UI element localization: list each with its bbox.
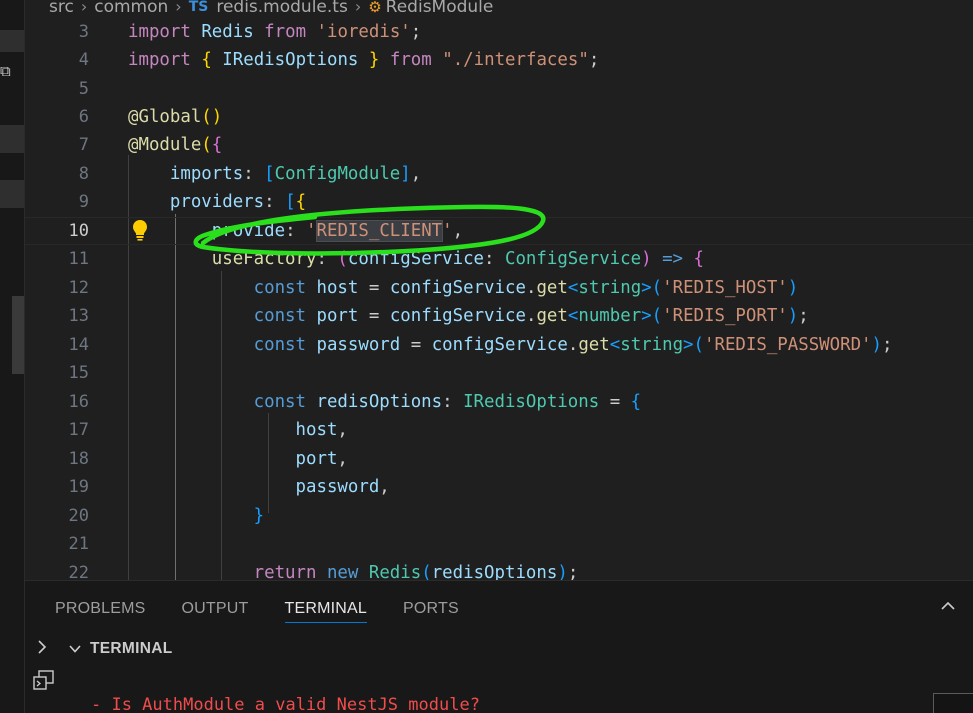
line-number: 18 — [68, 449, 89, 469]
code-line: 19 password, — [25, 473, 973, 501]
tab-output[interactable]: OUTPUT — [182, 599, 249, 623]
line-number: 3 — [78, 22, 89, 42]
terminal-scrollbar[interactable] — [933, 693, 973, 713]
code-line: 6 @Global() — [25, 103, 973, 131]
line-number: 13 — [68, 306, 89, 326]
code-line: 15 — [25, 359, 973, 387]
panel-tabs: PROBLEMS OUTPUT TERMINAL PORTS — [55, 599, 495, 623]
line-number: 7 — [78, 135, 89, 155]
line-number: 5 — [78, 79, 89, 99]
chevron-right-icon: › — [80, 0, 88, 16]
code-line: 16 const redisOptions: IRedisOptions = { — [25, 388, 973, 416]
terminal-section-title: TERMINAL — [90, 640, 173, 657]
terminal-output-line: - Is AuthModule a valid NestJS module? — [91, 695, 480, 713]
code-line: 5 — [25, 75, 973, 103]
code-line: 21 — [25, 530, 973, 558]
annotation-ellipse — [193, 204, 546, 256]
code-line: 17 host, — [25, 416, 973, 444]
tab-ports[interactable]: PORTS — [403, 599, 459, 623]
activity-item[interactable] — [0, 30, 24, 52]
code-editor[interactable]: src › common › TS redis.module.ts › ⚙ Re… — [25, 0, 973, 580]
bottom-panel: PROBLEMS OUTPUT TERMINAL PORTS TERMINAL … — [25, 580, 973, 713]
line-number: 15 — [68, 363, 89, 383]
tab-problems[interactable]: PROBLEMS — [55, 599, 146, 623]
scrollbar-thumb[interactable] — [12, 296, 24, 374]
symbol-class-icon: ⚙ — [368, 0, 382, 16]
line-number: 4 — [78, 50, 89, 70]
activity-item-selected[interactable] — [0, 125, 24, 153]
code-line: 14 const password = configService.get<st… — [25, 331, 973, 359]
breadcrumb-src[interactable]: src — [49, 0, 74, 16]
code-line: 3 import Redis from 'ioredis'; — [25, 18, 973, 46]
line-number: 8 — [78, 164, 89, 184]
activity-item[interactable] — [0, 180, 24, 208]
code-line: 8 imports: [ConfigModule], — [25, 160, 973, 188]
terminal-icon[interactable] — [33, 669, 55, 691]
line-number: 16 — [68, 392, 89, 412]
code-line: 4 import { IRedisOptions } from "./inter… — [25, 46, 973, 74]
breadcrumb-symbol[interactable]: RedisModule — [386, 0, 494, 16]
terminal-section-header[interactable]: TERMINAL — [25, 635, 973, 665]
line-number: 9 — [78, 192, 89, 212]
code-line: 18 port, — [25, 445, 973, 473]
breadcrumb-common[interactable]: common — [94, 0, 168, 16]
chevron-right-icon: › — [354, 0, 362, 16]
line-number: 14 — [68, 335, 89, 355]
code-line: 12 const host = configService.get<string… — [25, 274, 973, 302]
chevron-right-icon: › — [175, 0, 182, 16]
lightbulb-icon[interactable] — [131, 218, 149, 242]
vscode-window: ⧉ src › common › TS redis.module.ts › ⚙ … — [0, 0, 973, 713]
code-line: 22 return new Redis(redisOptions); — [25, 559, 973, 580]
code-line: 13 const port = configService.get<number… — [25, 302, 973, 330]
chevron-down-icon[interactable] — [67, 641, 83, 657]
copy-icon[interactable]: ⧉ — [0, 64, 11, 79]
line-number: 20 — [68, 506, 89, 526]
line-number: 22 — [68, 563, 89, 580]
code-line: 20 } — [25, 502, 973, 530]
line-number: 17 — [68, 420, 89, 440]
line-number: 6 — [78, 107, 89, 127]
line-number: 12 — [68, 278, 89, 298]
typescript-file-icon: TS — [188, 0, 209, 15]
chevron-up-icon[interactable] — [939, 597, 957, 615]
activity-bar: ⧉ — [0, 0, 25, 713]
line-number-active: 10 — [68, 221, 89, 241]
breadcrumb-file[interactable]: redis.module.ts — [216, 0, 347, 16]
code-line: 7 @Module({ — [25, 131, 973, 159]
tab-terminal[interactable]: TERMINAL — [284, 599, 367, 623]
line-number: 21 — [68, 534, 89, 554]
line-number: 11 — [68, 249, 89, 269]
line-number: 19 — [68, 477, 89, 497]
breadcrumb: src › common › TS redis.module.ts › ⚙ Re… — [25, 0, 973, 20]
